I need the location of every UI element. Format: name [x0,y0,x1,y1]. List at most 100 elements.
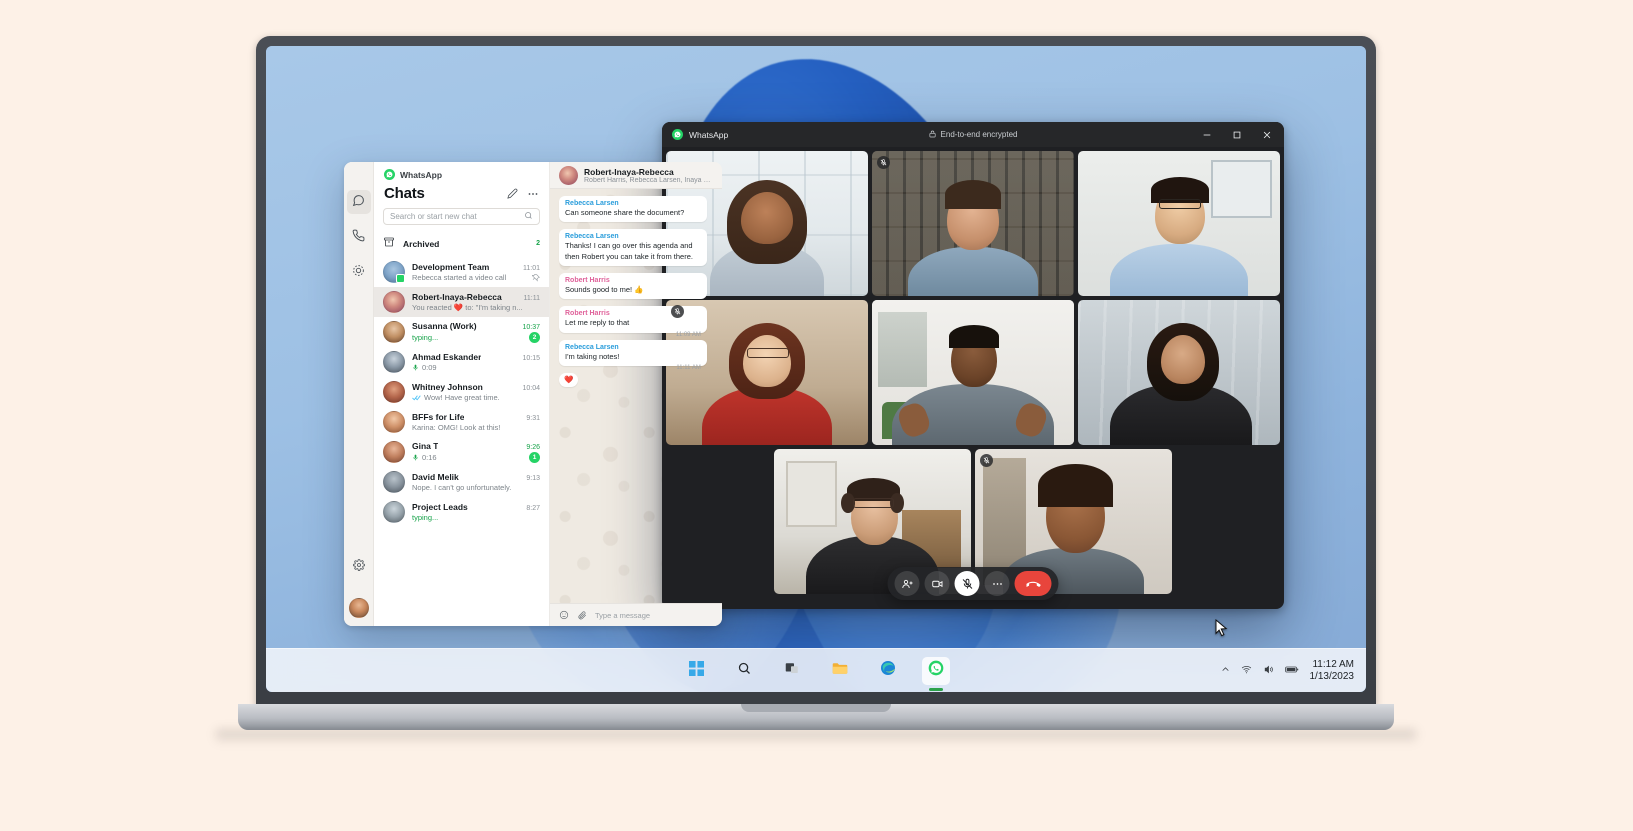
chat-timestamp: 10:37 [522,324,540,331]
taskbar-clock[interactable]: 11:12 AM 1/13/2023 [1310,659,1355,684]
attach-icon[interactable] [577,610,587,620]
message-bubble[interactable]: Robert Harris Let me reply to that 11:09 A… [559,306,707,338]
chat-name: Whitney Johnson [412,382,483,392]
rail-item-settings[interactable] [347,554,371,578]
rail-item-status[interactable] [347,260,371,284]
message-bubble[interactable]: Robert Harris Sounds good to me! 👍 [559,273,707,300]
add-participant-button[interactable] [894,571,920,596]
chat-list-item[interactable]: Gina T 9:26 0:16 1 [374,437,549,467]
phone-icon [352,229,365,245]
avatar [383,501,405,523]
conversation-pane: Robert-Inaya-Rebecca Robert Harris, Rebe… [550,162,722,626]
chat-timestamp: 9:13 [526,475,540,482]
chat-name: BFFs for Life [412,412,465,422]
camera-button[interactable] [924,571,950,596]
taskbar-whatsapp-button[interactable] [922,656,950,685]
chat-name: Robert-Inaya-Rebecca [412,292,502,302]
chat-name: Development Team [412,262,490,272]
mute-badge-icon [980,454,993,467]
whatsapp-main-window: WhatsApp Chats Search or start new chat … [344,162,722,626]
mute-badge-icon [877,156,890,169]
archived-row[interactable]: Archived 2 [374,231,549,257]
message-text: ❤️ [564,375,574,385]
menu-icon[interactable] [527,188,539,200]
participant-tile[interactable] [872,151,1074,296]
message-bubble[interactable]: Rebecca Larsen I'm taking notes! 11:11 AM [559,339,707,371]
avatar [383,261,405,283]
chat-preview-text: typing... [412,513,439,522]
participant-tile[interactable] [1078,151,1280,296]
message-sender: Rebecca Larsen [565,200,619,207]
message-sender: Rebecca Larsen [565,233,619,241]
status-icon [352,264,365,280]
search-placeholder: Search or start new chat [390,212,477,221]
chat-preview-text: 0:16 [422,453,437,462]
taskbar-start-button[interactable] [682,657,710,685]
new-chat-icon[interactable] [507,188,518,199]
video-call-window: WhatsApp End-to-end encrypted [662,122,1284,609]
search-icon [737,661,752,681]
message-bubble[interactable]: Rebecca Larsen Thanks! I can go over this… [559,229,707,267]
message-sender: Rebecca Larsen [565,343,619,351]
conversation-avatar [559,165,578,185]
navigation-rail [344,162,374,626]
chat-list-item[interactable]: Ahmad Eskander 10:15 0:09 [374,347,549,377]
end-call-button[interactable] [1014,571,1052,596]
participant-grid [662,147,1284,609]
profile-avatar[interactable] [348,598,369,618]
chat-list-item[interactable]: David Melik 9:13 Nope. I can't go unfortun… [374,467,549,497]
group-video-indicator-icon [396,274,405,283]
avatar [383,321,405,343]
folder-icon [832,661,848,681]
clock-time: 11:12 AM [1312,658,1354,670]
voice-message-icon [412,364,419,371]
maximize-button[interactable] [1222,122,1252,147]
message-timestamp: 11:11 AM [676,365,701,372]
chat-rows: Development Team 11:01 Rebecca started a v… [374,257,549,626]
message-text: Let me reply to that [565,318,630,328]
page-title: Chats [384,185,425,202]
voice-message-icon [412,454,419,461]
message-bubble[interactable]: Rebecca Larsen Can someone share the docu… [559,196,707,223]
rail-item-calls[interactable] [347,225,371,249]
chat-timestamp: 10:15 [522,355,540,362]
message-text: Sounds good to me! 👍 [565,285,644,295]
chat-list-header: Chats [374,183,549,208]
read-receipt-icon [412,393,421,402]
more-options-button[interactable] [984,571,1010,596]
chat-list-item[interactable]: Whitney Johnson 10:04 Wow! Have great time… [374,377,549,407]
microphone-button[interactable] [954,571,980,596]
battery-icon[interactable] [1284,664,1299,678]
call-title-bar: WhatsApp End-to-end encrypted [662,122,1284,147]
participant-tile-active-speaker[interactable] [872,300,1074,445]
search-container: Search or start new chat [374,208,549,231]
wifi-icon[interactable] [1241,664,1252,678]
minimize-button[interactable] [1192,122,1222,147]
chat-list-item[interactable]: Development Team 11:01 Rebecca started a v… [374,257,549,287]
avatar [383,471,405,493]
mouse-cursor [1215,619,1228,637]
chat-list-item[interactable]: BFFs for Life 9:31 Karina: OMG! Look at th… [374,407,549,437]
chat-timestamp: 8:27 [526,505,540,512]
taskbar-file-explorer-button[interactable] [826,657,854,685]
volume-icon[interactable] [1263,664,1274,678]
chat-list-item[interactable]: Project Leads 8:27 typing... [374,497,549,527]
chat-list-item[interactable]: Robert-Inaya-Rebecca 11:11 You reacted ❤️ … [374,287,549,317]
search-input[interactable]: Search or start new chat [383,208,540,225]
participant-tile[interactable] [1078,300,1280,445]
avatar [383,441,405,463]
rail-item-chats[interactable] [346,190,371,214]
chat-list-item[interactable]: Susanna (Work) 10:37 typing... 2 [374,317,549,347]
emoji-icon[interactable] [559,610,569,620]
taskbar-task-view-button[interactable] [778,657,806,685]
message-composer: Type a message [550,603,722,626]
call-controls-bar [887,567,1059,600]
chat-name: Project Leads [412,502,468,512]
close-button[interactable] [1252,122,1282,147]
taskbar-edge-button[interactable] [874,657,902,685]
taskbar-search-button[interactable] [730,657,758,685]
chevron-up-icon[interactable] [1221,665,1230,677]
message-bubble[interactable]: ❤️ [559,373,579,388]
message-input-placeholder[interactable]: Type a message [595,611,650,620]
laptop-lid: WhatsApp Chats Search or start new chat … [256,36,1376,708]
